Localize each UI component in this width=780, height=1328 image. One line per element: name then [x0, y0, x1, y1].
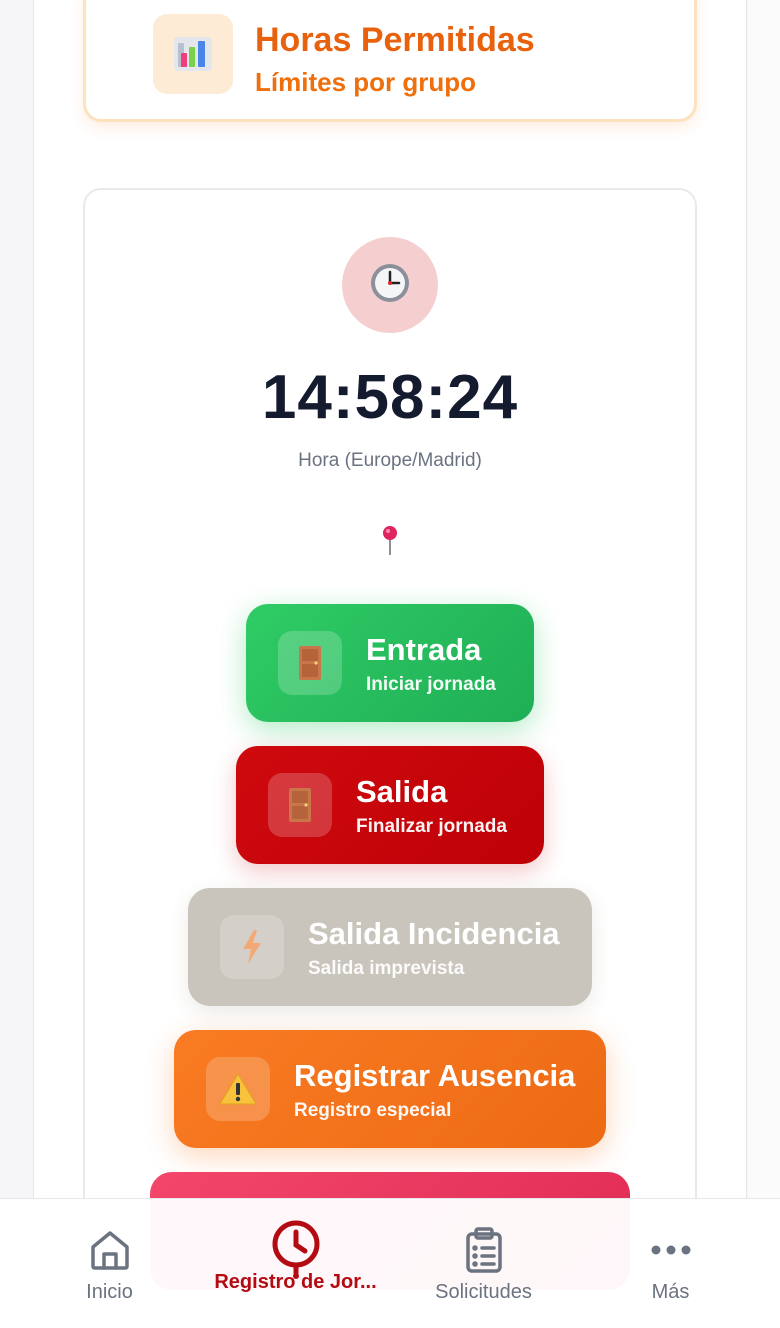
nav-item-inicio[interactable]: Inicio — [12, 1199, 207, 1328]
clock-badge — [342, 237, 438, 333]
incident-exit-title: Salida Incidencia — [308, 916, 560, 951]
nav-label-inicio: Inicio — [86, 1281, 133, 1303]
clock-icon — [269, 1220, 323, 1279]
clock-in-subtitle: Iniciar jornada — [366, 674, 496, 695]
register-absence-subtitle: Registro especial — [294, 1100, 452, 1121]
clock-icon — [369, 262, 411, 309]
clock-out-button[interactable]: Salida Finalizar jornada — [236, 746, 544, 864]
clock-out-title: Salida — [356, 774, 448, 809]
clock-out-subtitle: Finalizar jornada — [356, 816, 507, 837]
door-icon — [278, 631, 342, 695]
clock-in-button[interactable]: Entrada Iniciar jornada — [246, 604, 534, 722]
nav-item-solicitudes[interactable]: Solicitudes — [386, 1199, 581, 1328]
incident-exit-button[interactable]: Salida Incidencia Salida imprevista — [188, 888, 592, 1006]
incident-exit-subtitle: Salida imprevista — [308, 958, 465, 979]
nav-label-solicitudes: Solicitudes — [435, 1281, 532, 1303]
bottom-navigation: Inicio Registro de Jor... Solicitudes Má… — [0, 1198, 780, 1328]
bar-chart-icon — [153, 14, 233, 94]
nav-label-registro: Registro de Jor... — [214, 1271, 377, 1293]
clipboard-icon — [464, 1225, 504, 1275]
door-icon — [268, 773, 332, 837]
lightning-icon — [220, 915, 284, 979]
allowed-hours-title: Horas Permitidas — [255, 21, 535, 59]
current-time: 14:58:24 — [261, 363, 519, 432]
nav-item-mas[interactable]: Más — [573, 1199, 768, 1328]
register-absence-title: Registrar Ausencia — [294, 1058, 576, 1093]
side-panel-edge — [748, 0, 780, 1328]
timezone-label: Hora (Europe/Madrid) — [298, 450, 482, 471]
clock-in-title: Entrada — [366, 632, 482, 667]
allowed-hours-subtitle: Límites por grupo — [255, 67, 476, 97]
register-absence-button[interactable]: Registrar Ausencia Registro especial — [174, 1030, 606, 1148]
nav-item-registro[interactable]: Registro de Jor... — [198, 1199, 393, 1328]
nav-label-mas: Más — [651, 1281, 690, 1303]
warning-icon — [206, 1057, 270, 1121]
pushpin-icon — [378, 524, 402, 556]
more-dots-icon — [651, 1225, 691, 1275]
allowed-hours-card[interactable]: Horas Permitidas Límites por grupo — [83, 0, 697, 122]
home-icon — [88, 1225, 132, 1275]
